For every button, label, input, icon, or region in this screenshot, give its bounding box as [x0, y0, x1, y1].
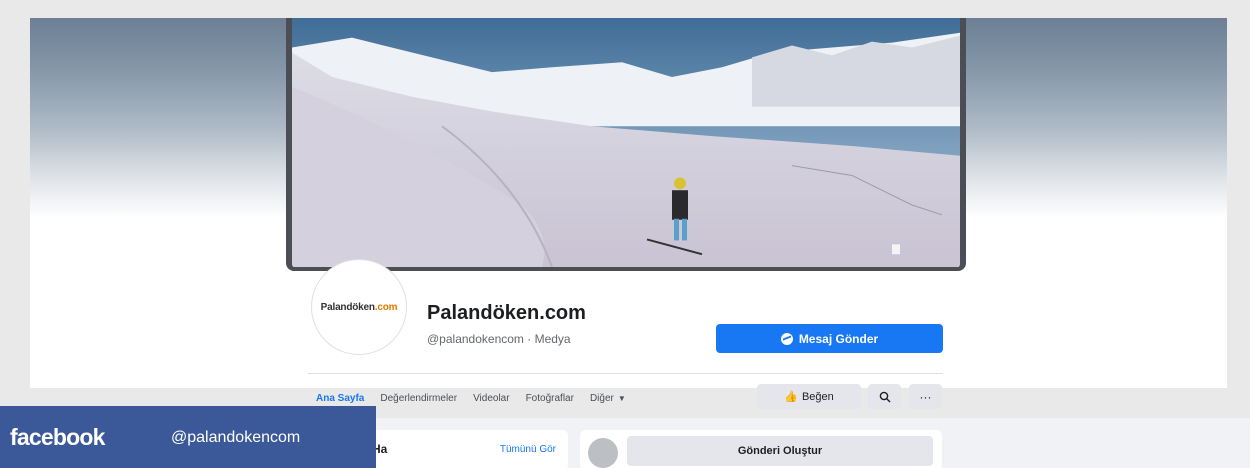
page-avatar[interactable]: Palandöken.com: [311, 259, 407, 355]
ski-landscape-image: [292, 18, 960, 267]
tab-home-label: Ana Sayfa: [316, 392, 365, 404]
like-label: Beğen: [801, 390, 834, 403]
header-divider: [308, 373, 943, 374]
messenger-icon: [780, 332, 793, 345]
tab-photos-label: Fotoğraflar: [525, 392, 574, 404]
page-logo: Palandöken.com: [321, 302, 398, 313]
tab-reviews-label: Değerlendirmeler: [380, 392, 458, 404]
logo-suffix-text: .com: [374, 301, 398, 313]
search-icon: [879, 391, 890, 402]
ellipsis-icon: ···: [919, 389, 932, 404]
composer-card: Gönderi Oluştur: [580, 430, 942, 468]
facebook-overlay-bar: facebook @palandokencom: [0, 406, 376, 468]
page-title[interactable]: Palandöken.com: [427, 302, 586, 325]
overlay-handle: @palandokencom: [171, 429, 301, 446]
facebook-logo: facebook: [10, 424, 105, 450]
see-all-link[interactable]: Tümünü Gör: [500, 444, 556, 455]
page-handle: @palandokencom · Medya: [427, 332, 571, 346]
logo-main-text: Palandöken: [320, 301, 375, 313]
create-post-button[interactable]: Gönderi Oluştur: [627, 436, 933, 466]
tab-photos[interactable]: Fotoğraflar: [518, 380, 582, 418]
cover-video[interactable]: [286, 18, 966, 271]
avatar: [588, 438, 618, 468]
tab-reviews[interactable]: Değerlendirmeler: [372, 380, 465, 418]
caret-down-icon: ▼: [617, 393, 626, 403]
tab-more-label: Diğer: [589, 392, 614, 404]
send-message-label: Mesaj Gönder: [798, 331, 879, 346]
search-button[interactable]: [868, 384, 901, 409]
photos-card: Ha Tümünü Gör: [352, 430, 568, 468]
more-options-button[interactable]: ···: [909, 384, 942, 409]
tab-videos[interactable]: Videolar: [465, 380, 518, 418]
tab-more[interactable]: Diğer ▼: [582, 380, 634, 418]
thumbs-up-icon: 👍: [784, 391, 798, 403]
send-message-button[interactable]: Mesaj Gönder: [716, 324, 943, 353]
like-button[interactable]: 👍 Beğen: [757, 384, 861, 409]
tab-videos-label: Videolar: [473, 392, 510, 404]
